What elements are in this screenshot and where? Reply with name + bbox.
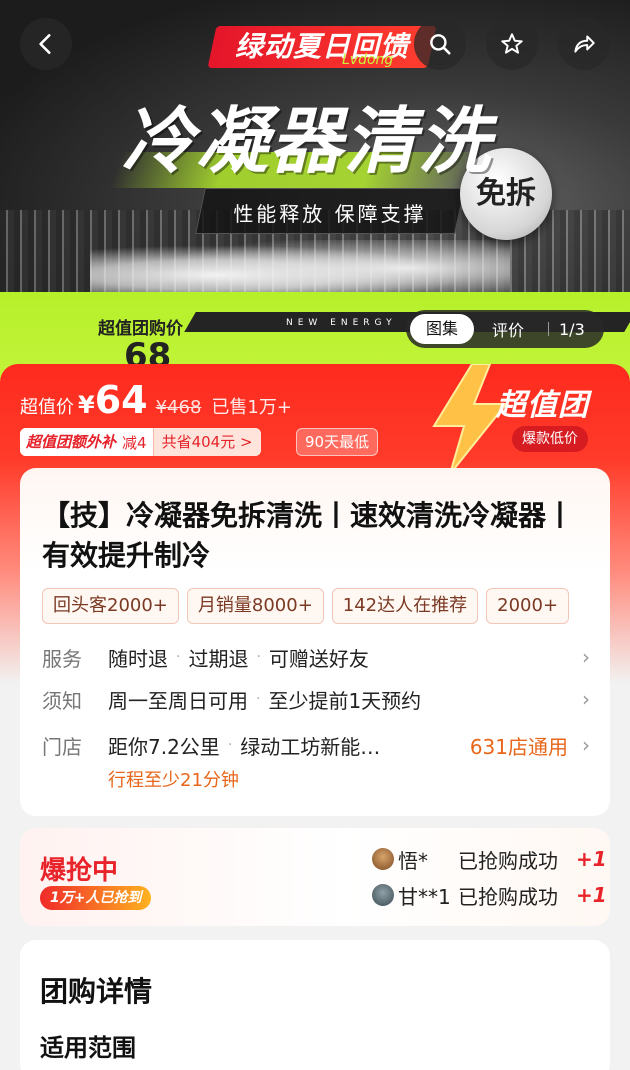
chevron-right-icon: › xyxy=(582,645,590,669)
service-item: 过期退 xyxy=(188,646,249,671)
hero-subtitle: 性能释放 保障支撑 xyxy=(233,202,427,226)
back-button[interactable] xyxy=(20,18,72,70)
stat-repeat-customers: 回头客2000+ xyxy=(42,588,179,624)
buyer-status: 已抢购成功 xyxy=(458,848,558,873)
product-stats: 回头客2000+ 月销量8000+ 142达人在推荐 2000+ xyxy=(42,588,590,624)
travel-time: 行程至少21分钟 xyxy=(108,770,239,791)
gallery-counter: 1/3 xyxy=(559,319,585,339)
notice-row[interactable]: 须知 周一至周日可用 · 至少提前1天预约 › xyxy=(42,684,590,714)
hot-low-price-tag: 爆款低价 xyxy=(512,426,588,452)
product-info-card: 【技】冷凝器免拆清洗丨速效清洗冷凝器丨有效提升制冷 回头客2000+ 月销量80… xyxy=(20,468,610,816)
stat-monthly-sales: 月销量8000+ xyxy=(186,588,324,624)
hero-banner[interactable]: 绿动夏日回馈 Lvdong 冷凝器清洗 性能释放 保障支撑 免拆 超值团购价 6… xyxy=(0,0,630,380)
notice-key: 须知 xyxy=(42,688,82,713)
details-subtitle: 适用范围 xyxy=(40,1034,136,1062)
stat-more: 2000+ xyxy=(486,588,570,624)
dot-separator: · xyxy=(227,737,233,753)
stat-recommenders: 142达人在推荐 xyxy=(331,588,479,624)
back-icon xyxy=(39,34,51,54)
buyer-name: 甘**1 xyxy=(398,884,451,909)
store-values: 距你7.2公里 · 绿动工坊新能… xyxy=(108,731,470,760)
product-title: 【技】冷凝器免拆清洗丨速效清洗冷凝器丨有效提升制冷 xyxy=(42,499,575,572)
service-item: 随时退 xyxy=(108,646,168,671)
buyer-name: 悟* xyxy=(398,848,428,873)
price-currency: ¥ xyxy=(78,391,95,419)
avatar xyxy=(372,884,394,906)
store-distance: 距你7.2公里 xyxy=(108,734,220,759)
search-button[interactable] xyxy=(414,18,466,70)
low-price-tag: 90天最低 xyxy=(296,428,379,456)
search-icon xyxy=(430,34,451,55)
super-tuan-logo: 超值团 xyxy=(496,388,589,423)
service-key: 服务 xyxy=(42,646,82,671)
notice-values: 周一至周日可用 · 至少提前1天预约 xyxy=(108,685,574,714)
flash-sale-card: 爆抢中 1万+人已抢到 悟* 已抢购成功 +1 甘**1 已抢购成功 +1 xyxy=(20,828,610,926)
all-stores-link[interactable]: 631店通用 xyxy=(470,731,568,760)
chevron-right-icon: › xyxy=(582,733,590,757)
new-energy-text: NEW ENERGY xyxy=(286,318,397,328)
share-button[interactable] xyxy=(558,18,610,70)
tab-gallery[interactable]: 图集 xyxy=(410,314,474,344)
promo-banner: 绿动夏日回馈 xyxy=(207,26,437,68)
sold-count: 已售1万+ xyxy=(211,397,292,418)
subsidy-tag[interactable]: 超值团额外补 减4 共省404元 > xyxy=(20,428,261,456)
chevron-right-icon: › xyxy=(582,687,590,711)
dot-separator: · xyxy=(256,691,261,707)
service-item: 可赠送好友 xyxy=(268,646,369,671)
buyer-row: 悟* 已抢购成功 +1 xyxy=(372,844,607,874)
service-values: 随时退 · 过期退 · 可赠送好友 xyxy=(108,643,574,672)
subsidy-label: 超值团额外补 xyxy=(20,428,123,456)
original-price: ¥468 xyxy=(155,397,202,418)
store-name: 绿动工坊新能… xyxy=(240,734,381,759)
share-icon xyxy=(574,35,595,53)
service-row[interactable]: 服务 随时退 · 过期退 · 可赠送好友 › xyxy=(42,642,590,672)
star-icon xyxy=(501,33,523,54)
subsidy-discount: 减4 xyxy=(122,433,147,452)
tab-reviews[interactable]: 评价 xyxy=(474,317,542,341)
price-value: 64 xyxy=(94,378,148,422)
buyer-status: 已抢购成功 xyxy=(458,884,558,909)
dot-separator: · xyxy=(256,649,261,665)
store-key: 门店 xyxy=(42,734,82,759)
gallery-switcher: 图集 评价 1/3 xyxy=(406,310,604,348)
flash-count-pill: 1万+人已抢到 xyxy=(40,886,152,910)
notice-item: 至少提前1天预约 xyxy=(268,688,422,713)
saving-amount[interactable]: 共省404元 > xyxy=(152,428,261,456)
details-title: 团购详情 xyxy=(40,975,153,1008)
price-label: 超值价 xyxy=(20,397,74,418)
favorite-button[interactable] xyxy=(486,18,538,70)
buyer-plus: +1 xyxy=(576,883,607,907)
notice-item: 周一至周日可用 xyxy=(108,688,248,713)
group-details-card: 团购详情 适用范围 xyxy=(20,940,610,1070)
promo-sub: Lvdong xyxy=(342,52,394,68)
avatar xyxy=(372,848,394,870)
gallery-divider xyxy=(548,322,549,336)
store-row[interactable]: 门店 距你7.2公里 · 绿动工坊新能… 631店通用 › xyxy=(42,730,590,760)
buyer-row: 甘**1 已抢购成功 +1 xyxy=(372,880,607,910)
dot-separator: · xyxy=(176,649,181,665)
flash-title: 爆抢中 xyxy=(40,856,119,886)
hero-title: 冷凝器清洗 xyxy=(122,99,493,183)
price-row: 超值价 ¥ 64 ¥468 已售1万+ xyxy=(20,378,292,422)
buyer-plus: +1 xyxy=(576,847,607,871)
